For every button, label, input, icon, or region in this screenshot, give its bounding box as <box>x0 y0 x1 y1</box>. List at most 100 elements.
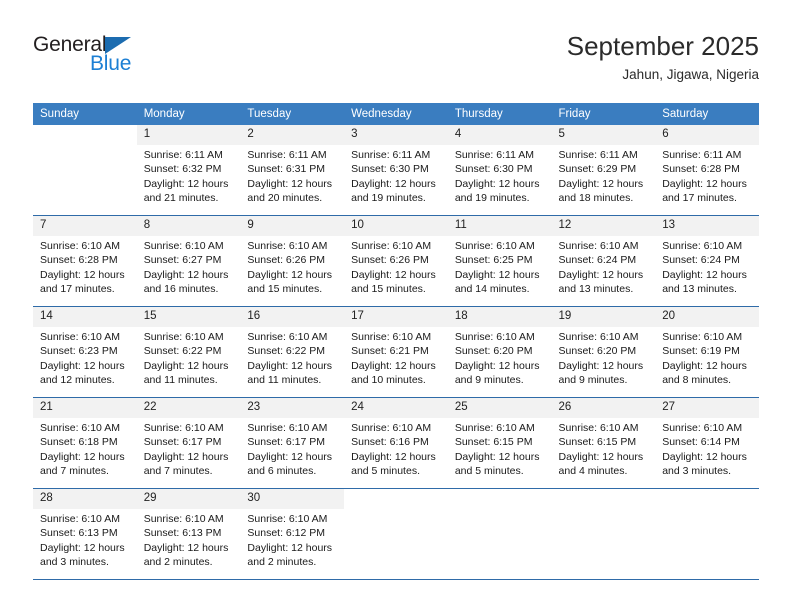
day-number: 3 <box>344 125 448 145</box>
daylight-text-line1: Daylight: 12 hours <box>662 359 747 372</box>
sunrise-text: Sunrise: 6:10 AM <box>351 331 432 343</box>
daylight-text-line1: Daylight: 12 hours <box>558 268 644 281</box>
day-details: Sunrise: 6:10 AM Sunset: 6:12 PM Daylight:… <box>240 509 344 570</box>
calendar-day-cell[interactable]: 19 Sunrise: 6:10 AM Sunset: 6:20 PM Dayligh… <box>551 306 656 398</box>
day-details: Sunrise: 6:11 AM Sunset: 6:30 PM Daylight:… <box>448 145 552 206</box>
calendar-day-cell[interactable]: 8 Sunrise: 6:10 AM Sunset: 6:27 PM Daylight… <box>136 215 241 307</box>
calendar-week-row: 21 Sunrise: 6:10 AM Sunset: 6:18 PM Dayligh… <box>33 397 759 489</box>
sunset-text: Sunset: 6:28 PM <box>662 163 740 176</box>
daylight-text-line2: and 11 minutes. <box>143 374 218 387</box>
weekday-header-tuesday: Tuesday <box>240 103 345 125</box>
day-details <box>655 509 759 512</box>
day-number: 21 <box>33 398 137 418</box>
calendar-day-cell[interactable]: 3 Sunrise: 6:11 AM Sunset: 6:30 PM Daylight… <box>344 125 448 216</box>
day-details: Sunrise: 6:10 AM Sunset: 6:27 PM Daylight:… <box>137 236 241 297</box>
sunset-text: Sunset: 6:19 PM <box>662 345 740 358</box>
day-details: Sunrise: 6:10 AM Sunset: 6:14 PM Daylight:… <box>655 418 759 479</box>
weekday-header-monday: Monday <box>136 103 241 125</box>
day-number <box>655 489 759 509</box>
calendar-day-cell[interactable]: 18 Sunrise: 6:10 AM Sunset: 6:20 PM Dayligh… <box>447 306 552 398</box>
calendar-day-cell[interactable]: 26 Sunrise: 6:10 AM Sunset: 6:15 PM Dayligh… <box>551 397 656 489</box>
calendar-day-cell[interactable]: 1 Sunrise: 6:11 AM Sunset: 6:32 PM Daylight… <box>136 125 241 216</box>
calendar-day-cell[interactable]: 28 Sunrise: 6:10 AM Sunset: 6:13 PM Dayligh… <box>33 488 137 579</box>
page-subtitle-location: Jahun, Jigawa, Nigeria <box>622 67 759 82</box>
day-number: 14 <box>33 307 137 327</box>
sunrise-text: Sunrise: 6:10 AM <box>454 240 535 252</box>
daylight-text-line2: and 15 minutes. <box>247 283 323 296</box>
day-details: Sunrise: 6:10 AM Sunset: 6:18 PM Daylight:… <box>33 418 137 479</box>
calendar-day-cell[interactable]: 6 Sunrise: 6:11 AM Sunset: 6:28 PM Daylight… <box>655 125 759 216</box>
daylight-text-line1: Daylight: 12 hours <box>351 177 436 190</box>
day-details: Sunrise: 6:10 AM Sunset: 6:22 PM Daylight:… <box>137 327 241 388</box>
daylight-text-line1: Daylight: 12 hours <box>558 450 644 463</box>
daylight-text-line2: and 6 minutes. <box>247 465 317 478</box>
calendar-day-cell[interactable]: 10 Sunrise: 6:10 AM Sunset: 6:26 PM Dayligh… <box>344 215 448 307</box>
sunset-text: Sunset: 6:13 PM <box>40 527 118 540</box>
daylight-text-line2: and 16 minutes. <box>143 283 219 296</box>
calendar-day-cell[interactable]: 23 Sunrise: 6:10 AM Sunset: 6:17 PM Dayligh… <box>240 397 345 489</box>
day-details: Sunrise: 6:11 AM Sunset: 6:29 PM Daylight:… <box>552 145 656 206</box>
calendar-day-cell[interactable]: 21 Sunrise: 6:10 AM Sunset: 6:18 PM Dayligh… <box>33 397 137 489</box>
day-number: 25 <box>447 398 552 418</box>
calendar-day-cell[interactable]: 7 Sunrise: 6:10 AM Sunset: 6:28 PM Daylight… <box>33 215 137 307</box>
day-number: 24 <box>344 398 448 418</box>
day-details <box>344 509 448 512</box>
daylight-text-line2: and 20 minutes. <box>247 192 323 205</box>
day-number: 19 <box>551 307 656 327</box>
calendar-day-cell[interactable]: 14 Sunrise: 6:10 AM Sunset: 6:23 PM Dayligh… <box>33 306 137 398</box>
daylight-text-line1: Daylight: 12 hours <box>143 450 229 463</box>
sunset-text: Sunset: 6:15 PM <box>454 436 533 449</box>
sunrise-text: Sunrise: 6:10 AM <box>143 240 224 252</box>
calendar-day-cell[interactable]: 15 Sunrise: 6:10 AM Sunset: 6:22 PM Dayligh… <box>136 306 241 398</box>
calendar-day-cell[interactable]: 22 Sunrise: 6:10 AM Sunset: 6:17 PM Dayligh… <box>136 397 241 489</box>
sunset-text: Sunset: 6:31 PM <box>247 163 326 176</box>
calendar-day-cell[interactable]: 30 Sunrise: 6:10 AM Sunset: 6:12 PM Dayligh… <box>240 488 345 579</box>
daylight-text-line1: Daylight: 12 hours <box>40 450 125 463</box>
calendar-day-cell[interactable]: 9 Sunrise: 6:10 AM Sunset: 6:26 PM Daylight… <box>240 215 345 307</box>
daylight-text-line1: Daylight: 12 hours <box>662 268 747 281</box>
day-number: 6 <box>655 125 759 145</box>
calendar-day-cell[interactable]: 11 Sunrise: 6:10 AM Sunset: 6:25 PM Dayligh… <box>447 215 552 307</box>
calendar-day-cell[interactable]: 20 Sunrise: 6:10 AM Sunset: 6:19 PM Dayligh… <box>655 306 759 398</box>
sunrise-text: Sunrise: 6:10 AM <box>143 513 224 525</box>
sunrise-text: Sunrise: 6:10 AM <box>247 513 328 525</box>
day-number: 1 <box>136 125 241 145</box>
daylight-text-line2: and 13 minutes. <box>662 283 737 296</box>
day-details: Sunrise: 6:10 AM Sunset: 6:17 PM Daylight:… <box>137 418 241 479</box>
daylight-text-line1: Daylight: 12 hours <box>662 450 747 463</box>
daylight-text-line2: and 7 minutes. <box>40 465 109 478</box>
daylight-text-line1: Daylight: 12 hours <box>40 541 125 554</box>
daylight-text-line2: and 17 minutes. <box>40 283 115 296</box>
daylight-text-line1: Daylight: 12 hours <box>40 268 125 281</box>
calendar-day-cell[interactable]: 16 Sunrise: 6:10 AM Sunset: 6:22 PM Dayligh… <box>240 306 345 398</box>
calendar-day-cell[interactable]: 24 Sunrise: 6:10 AM Sunset: 6:16 PM Dayligh… <box>344 397 448 489</box>
sunset-text: Sunset: 6:14 PM <box>662 436 740 449</box>
daylight-text-line2: and 11 minutes. <box>247 374 322 387</box>
calendar-day-cell[interactable]: 12 Sunrise: 6:10 AM Sunset: 6:24 PM Dayligh… <box>551 215 656 307</box>
sunset-text: Sunset: 6:24 PM <box>662 254 740 267</box>
daylight-text-line1: Daylight: 12 hours <box>454 359 540 372</box>
daylight-text-line2: and 21 minutes. <box>143 192 219 205</box>
calendar-day-cell[interactable]: 5 Sunrise: 6:11 AM Sunset: 6:29 PM Daylight… <box>551 125 656 216</box>
calendar-day-cell[interactable]: 2 Sunrise: 6:11 AM Sunset: 6:31 PM Daylight… <box>240 125 345 216</box>
day-details: Sunrise: 6:10 AM Sunset: 6:26 PM Daylight:… <box>240 236 344 297</box>
calendar-day-cell[interactable]: 13 Sunrise: 6:10 AM Sunset: 6:24 PM Dayligh… <box>655 215 759 307</box>
calendar-grid: Sunday Monday Tuesday Wednesday Thursday… <box>33 103 759 580</box>
day-number: 23 <box>240 398 345 418</box>
daylight-text-line1: Daylight: 12 hours <box>247 541 333 554</box>
calendar-day-cell[interactable]: 25 Sunrise: 6:10 AM Sunset: 6:15 PM Dayligh… <box>447 397 552 489</box>
day-number: 12 <box>551 216 656 236</box>
calendar-day-cell[interactable]: 17 Sunrise: 6:10 AM Sunset: 6:21 PM Dayligh… <box>344 306 448 398</box>
daylight-text-line1: Daylight: 12 hours <box>351 450 436 463</box>
calendar-day-cell[interactable]: 29 Sunrise: 6:10 AM Sunset: 6:13 PM Dayligh… <box>136 488 241 579</box>
daylight-text-line2: and 18 minutes. <box>558 192 634 205</box>
generalblue-logo[interactable]: General Blue <box>33 33 163 81</box>
day-number: 13 <box>655 216 759 236</box>
sunrise-text: Sunrise: 6:10 AM <box>558 240 639 252</box>
sunrise-text: Sunrise: 6:10 AM <box>247 422 328 434</box>
day-number: 5 <box>551 125 656 145</box>
calendar-day-cell[interactable]: 4 Sunrise: 6:11 AM Sunset: 6:30 PM Daylight… <box>447 125 552 216</box>
calendar-day-cell[interactable]: 27 Sunrise: 6:10 AM Sunset: 6:14 PM Dayligh… <box>655 397 759 489</box>
calendar-header-row: Sunday Monday Tuesday Wednesday Thursday… <box>33 103 759 125</box>
sunrise-text: Sunrise: 6:10 AM <box>662 331 743 343</box>
